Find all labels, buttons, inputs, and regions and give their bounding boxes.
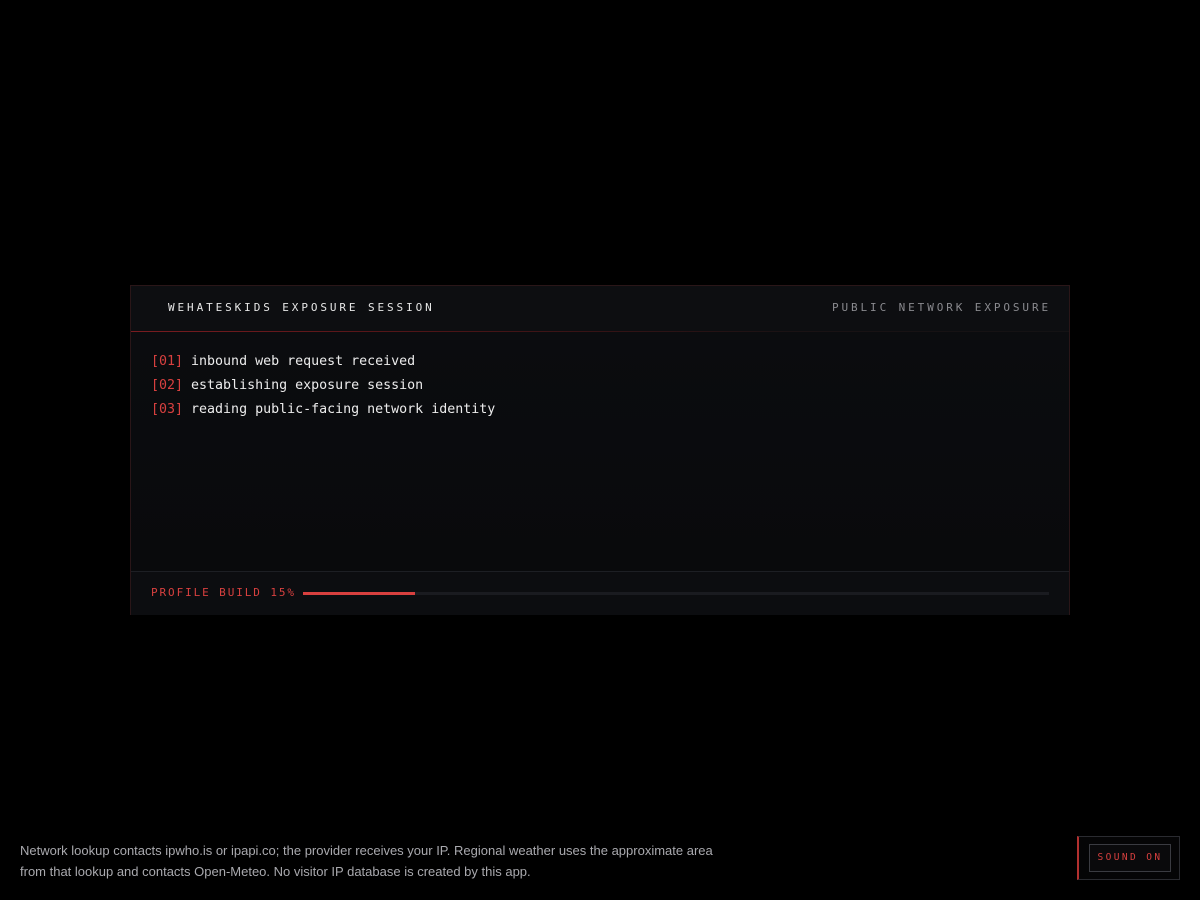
disclaimer-line-2: from that lookup and contacts Open-Meteo… [20, 864, 531, 879]
terminal-footer: PROFILE BUILD 15% [131, 571, 1069, 615]
sound-toggle-button[interactable]: SOUND ON [1089, 844, 1171, 872]
terminal-header: WEHATESKIDS EXPOSURE SESSION PUBLIC NETW… [131, 286, 1069, 331]
log-line: [02] establishing exposure session [151, 374, 495, 398]
log-index: [01] [151, 354, 184, 369]
log-text: inbound web request received [191, 354, 416, 369]
log-index: [03] [151, 402, 184, 417]
log-line: [03] reading public-facing network identi… [151, 398, 495, 422]
log-text: reading public-facing network identity [191, 402, 496, 417]
disclaimer-line-1: Network lookup contacts ipwho.is or ipap… [20, 843, 713, 858]
log-text: establishing exposure session [191, 378, 424, 393]
sound-toggle-frame: SOUND ON [1077, 836, 1180, 880]
terminal-subtitle: PUBLIC NETWORK EXPOSURE [831, 301, 1051, 314]
session-log: [01] inbound web request received [02] est… [151, 350, 495, 422]
privacy-disclaimer: Network lookup contacts ipwho.is or ipap… [20, 840, 740, 882]
exposure-session-terminal: WEHATESKIDS EXPOSURE SESSION PUBLIC NETW… [130, 285, 1070, 615]
log-index: [02] [151, 378, 184, 393]
profile-build-label: PROFILE BUILD 15% [151, 586, 296, 599]
terminal-title: WEHATESKIDS EXPOSURE SESSION [168, 301, 435, 314]
log-line: [01] inbound web request received [151, 350, 495, 374]
profile-build-progress-track [303, 592, 1049, 595]
profile-build-progress-fill [303, 592, 415, 595]
